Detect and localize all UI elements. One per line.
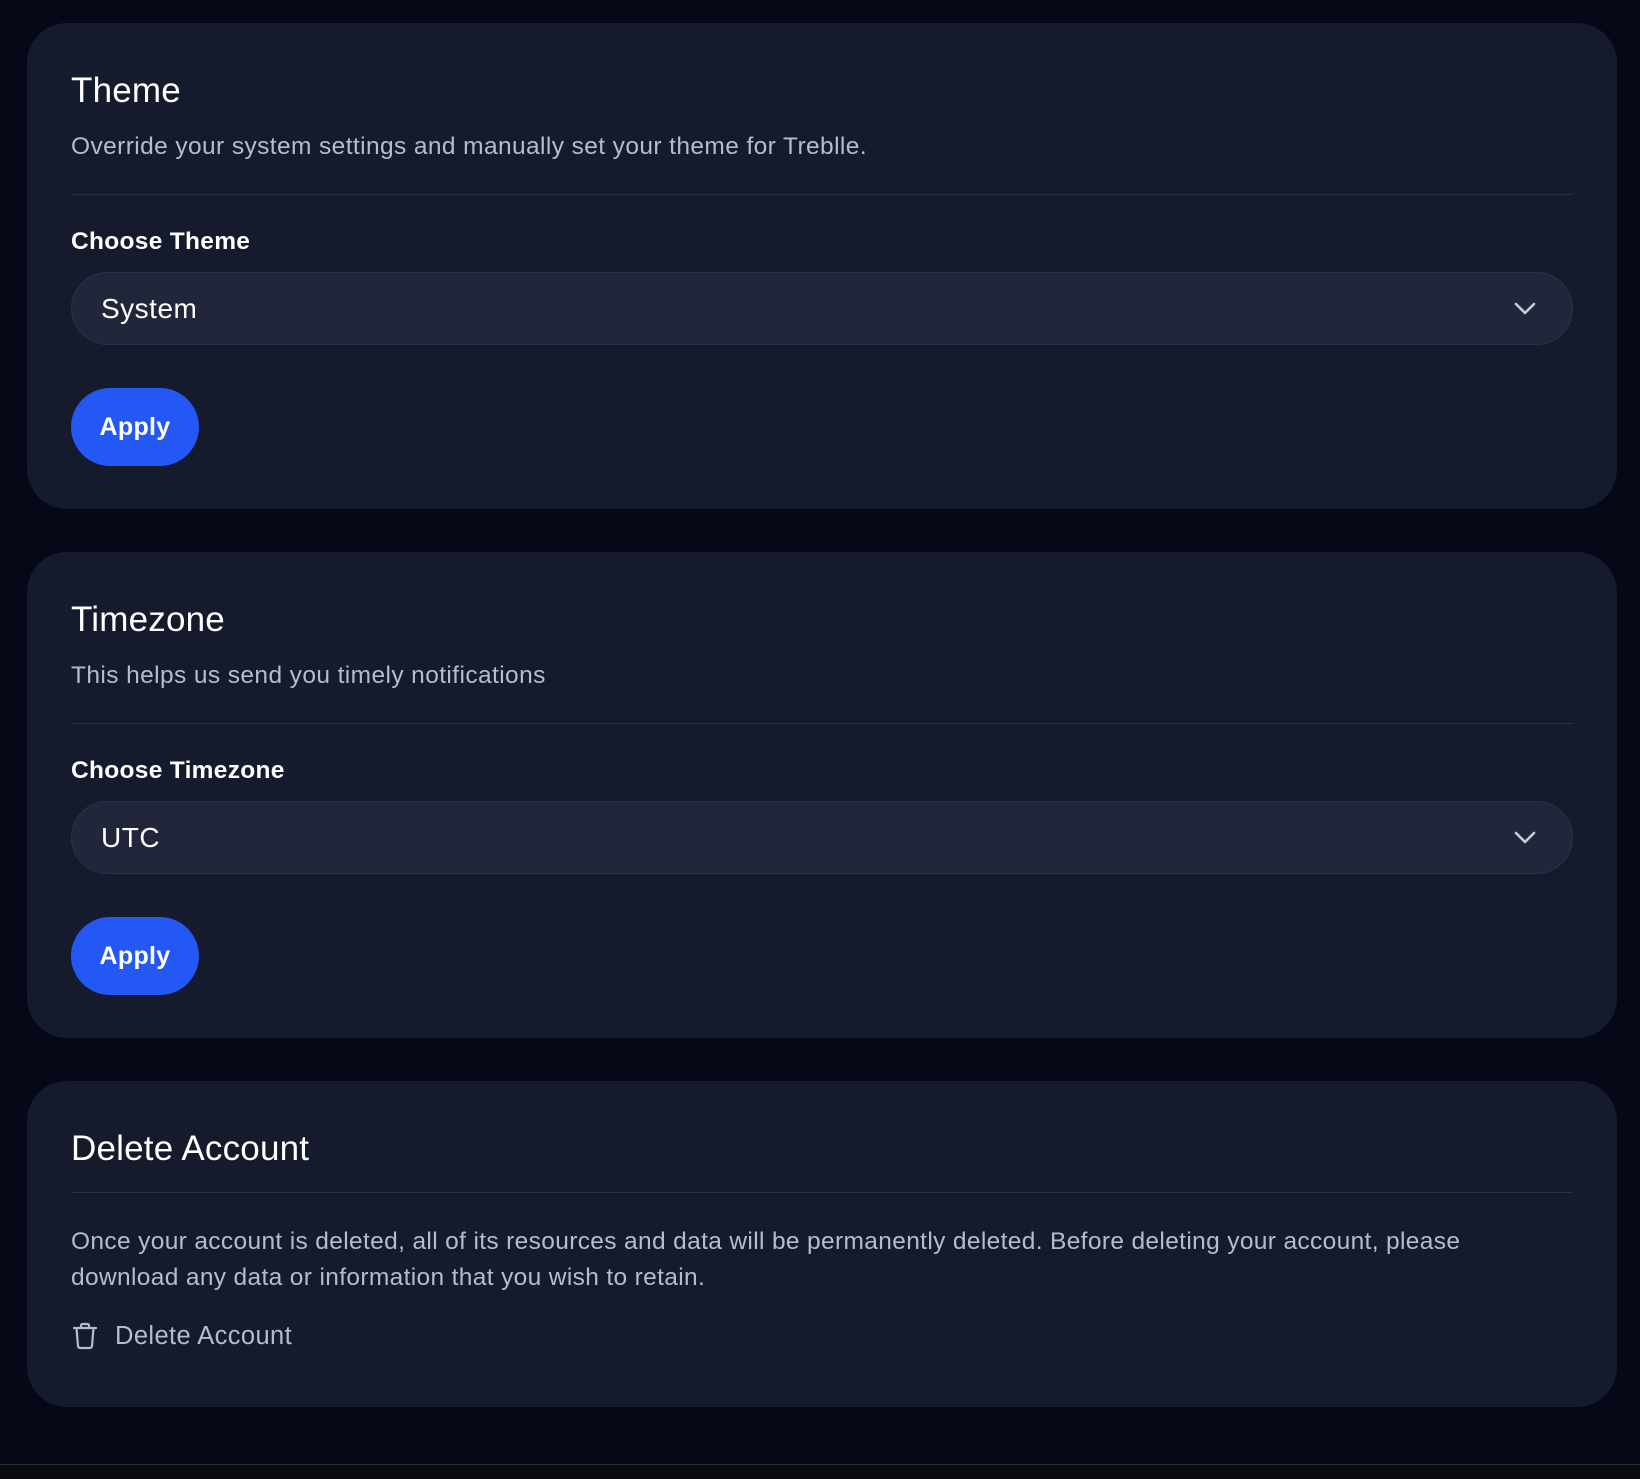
delete-account-label: Delete Account: [115, 1321, 293, 1350]
timezone-select[interactable]: UTC: [71, 801, 1573, 874]
bottom-edge-bar: [0, 1464, 1640, 1479]
trash-icon: [71, 1321, 99, 1351]
theme-select[interactable]: System: [71, 272, 1573, 345]
timezone-select-value: UTC: [101, 821, 161, 853]
chevron-down-icon: [1512, 825, 1538, 851]
delete-account-title: Delete Account: [71, 1129, 310, 1168]
chevron-down-icon: [1512, 296, 1538, 322]
timezone-apply-button[interactable]: Apply: [71, 917, 199, 995]
theme-description: Override your system settings and manual…: [71, 133, 867, 160]
theme-apply-button[interactable]: Apply: [71, 388, 199, 466]
timezone-title: Timezone: [71, 600, 225, 639]
theme-title: Theme: [71, 71, 181, 110]
timezone-card: Timezone This helps us send you timely n…: [27, 552, 1617, 1038]
choose-timezone-label: Choose Timezone: [71, 757, 285, 784]
timezone-divider: [71, 723, 1573, 724]
theme-card: Theme Override your system settings and …: [27, 23, 1617, 509]
choose-theme-label: Choose Theme: [71, 228, 251, 255]
delete-account-divider: [71, 1192, 1573, 1193]
timezone-description: This helps us send you timely notificati…: [71, 662, 546, 689]
delete-account-button[interactable]: Delete Account: [71, 1321, 292, 1351]
settings-page: Theme Override your system settings and …: [27, 23, 1617, 1450]
delete-account-warning: Once your account is deleted, all of its…: [71, 1228, 1461, 1291]
theme-divider: [71, 194, 1573, 195]
theme-select-value: System: [101, 292, 198, 324]
delete-account-card: Delete Account Once your account is dele…: [27, 1081, 1617, 1407]
